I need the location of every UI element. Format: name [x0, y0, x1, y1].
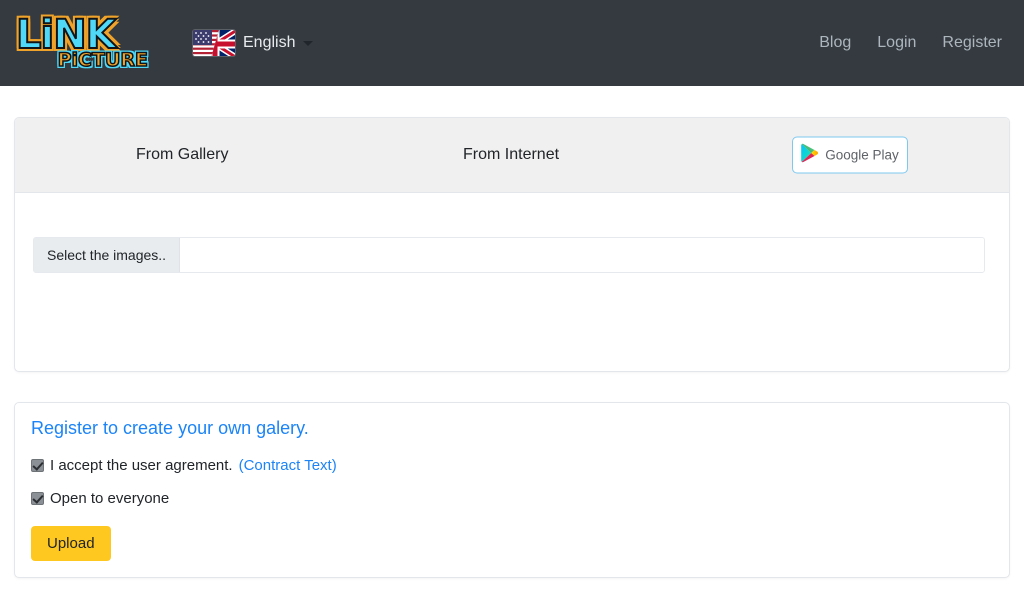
google-play-button[interactable]: Google Play — [792, 136, 908, 174]
google-play-icon — [801, 143, 819, 167]
register-gallery-link[interactable]: Register to create your own galery. — [31, 418, 309, 439]
logo-picture-text: PiCTURE — [57, 48, 149, 71]
logo-link-text: LiNK — [15, 11, 118, 58]
tab-from-internet[interactable]: From Internet — [463, 146, 559, 164]
site-logo[interactable]: LiNK PiCTURE — [14, 10, 154, 76]
open-to-everyone-label: Open to everyone — [50, 490, 170, 507]
top-navbar: LiNK PiCTURE English Blog Login Register — [0, 0, 1024, 86]
nav-links: Blog Login Register — [819, 34, 1002, 52]
agreement-row: I accept the user agrement. (Contract Tex… — [31, 457, 1009, 474]
upload-card-header: From Gallery From Internet Google Play — [15, 118, 1009, 193]
select-images-input[interactable]: Select the images.. — [33, 237, 985, 273]
select-images-button[interactable]: Select the images.. — [34, 238, 181, 272]
nav-link-login[interactable]: Login — [877, 34, 916, 52]
upload-card: From Gallery From Internet Google Play S… — [14, 117, 1010, 372]
selected-file-name — [180, 238, 984, 272]
language-selector[interactable]: English — [192, 29, 314, 57]
agreement-checkbox[interactable] — [31, 459, 44, 472]
tab-from-gallery[interactable]: From Gallery — [136, 146, 228, 164]
nav-link-blog[interactable]: Blog — [819, 34, 851, 52]
upload-button[interactable]: Upload — [31, 526, 111, 561]
us-uk-flag-icon — [192, 29, 236, 57]
register-card: Register to create your own galery. I ac… — [14, 402, 1010, 578]
open-to-everyone-checkbox[interactable] — [31, 492, 44, 505]
open-to-everyone-row: Open to everyone — [31, 490, 1009, 507]
upload-card-body: Select the images.. — [15, 193, 1009, 371]
google-play-label: Google Play — [825, 147, 899, 163]
language-label: English — [243, 34, 296, 51]
page-content: From Gallery From Internet Google Play S… — [0, 86, 1024, 578]
nav-link-register[interactable]: Register — [942, 34, 1002, 52]
agreement-label: I accept the user agrement. — [50, 457, 233, 474]
chevron-down-icon — [303, 40, 314, 46]
contract-text-link[interactable]: (Contract Text) — [239, 457, 337, 474]
